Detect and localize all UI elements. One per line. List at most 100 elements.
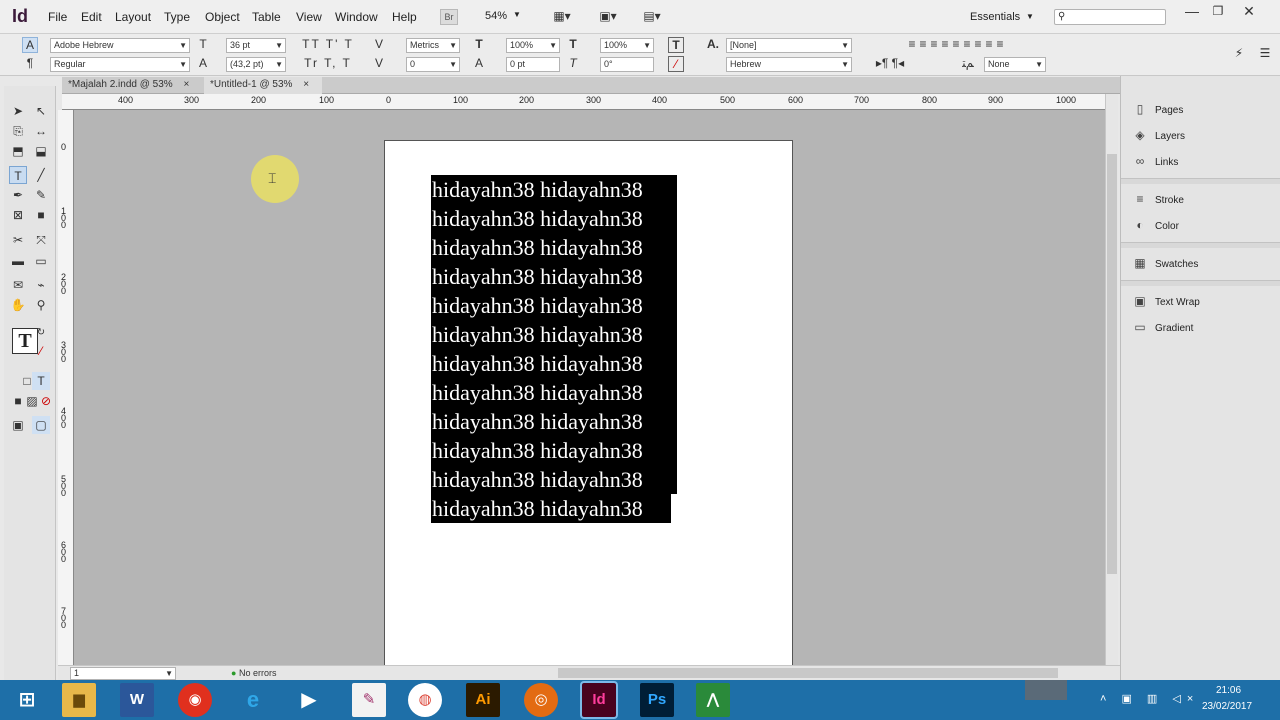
windows-start-icon[interactable]: ⊞ xyxy=(10,683,44,717)
menu-window[interactable]: Window xyxy=(335,10,378,24)
close-icon[interactable]: ✕ xyxy=(1237,4,1261,18)
apply-none-icon[interactable]: ⊘ xyxy=(37,392,55,410)
indesign-taskbar-icon[interactable]: Id xyxy=(580,681,618,719)
text-line[interactable]: hidayahn38 hidayahn38 xyxy=(431,378,677,407)
text-line[interactable]: hidayahn38 hidayahn38 xyxy=(431,494,671,523)
gap-tool-icon[interactable]: ↔ xyxy=(32,122,50,140)
text-line[interactable]: hidayahn38 hidayahn38 xyxy=(431,465,677,494)
scissors-tool-icon[interactable]: ✂ xyxy=(9,231,27,249)
panel-swatches[interactable]: ▦ Swatches xyxy=(1131,252,1198,274)
eyedropper-tool-icon[interactable]: ⌁ xyxy=(32,276,50,294)
all-caps-icon[interactable]: TT T' T xyxy=(300,37,356,51)
menu-file[interactable]: File xyxy=(48,10,67,24)
stroke-none-icon[interactable]: ⁄ xyxy=(32,342,50,360)
pencil-tool-icon[interactable]: ✎ xyxy=(32,186,50,204)
panel-links[interactable]: ∞ Links xyxy=(1131,150,1179,172)
internet-explorer-icon[interactable]: e xyxy=(236,683,270,717)
vertical-scale-field[interactable]: 100% ▼ xyxy=(506,38,560,53)
font-size-field[interactable]: 36 pt ▼ xyxy=(226,38,286,53)
search-field[interactable]: ⚲ xyxy=(1054,9,1166,25)
content-placer-icon[interactable]: ⬓ xyxy=(32,142,50,160)
preflight-status[interactable]: ● No errors xyxy=(231,668,276,678)
clock-time[interactable]: 21:06 xyxy=(1216,685,1241,696)
text-line[interactable]: hidayahn38 hidayahn38 xyxy=(431,262,677,291)
character-style-field[interactable]: [None] ▼ xyxy=(726,38,852,53)
panel-layers[interactable]: ◈ Layers xyxy=(1131,124,1185,146)
horizontal-ruler[interactable]: 400 300 200 100 0 100 200 300 400 500 60… xyxy=(62,94,1107,110)
media-player-icon[interactable]: ▶ xyxy=(292,683,326,717)
text-frame[interactable]: hidayahn38 hidayahn38 hidayahn38 hidayah… xyxy=(431,175,677,523)
paragraph-align-icons[interactable]: ≡≡≡≡≡≡≡≡≡ xyxy=(866,37,1050,51)
vertical-ruler[interactable]: 0 1 0 0 2 0 0 3 0 0 4 0 0 5 0 0 6 0 0 7 … xyxy=(58,110,74,665)
free-transform-tool-icon[interactable]: ⤧ xyxy=(32,231,50,249)
text-line[interactable]: hidayahn38 hidayahn38 xyxy=(431,175,677,204)
panel-menu-icon[interactable]: ☰ xyxy=(1256,46,1274,60)
horizontal-scroll-thumb[interactable] xyxy=(558,668,1058,678)
baseline-shift-field[interactable]: 0 pt xyxy=(506,57,560,72)
horizontal-scale-field[interactable]: 100% ▼ xyxy=(600,38,654,53)
workspace-chevron-icon[interactable]: ▼ xyxy=(1026,12,1034,21)
swap-fill-stroke-icon[interactable]: ↻ xyxy=(34,326,48,340)
gradient-swatch-tool-icon[interactable]: ▬ xyxy=(9,252,27,270)
tab-majalah[interactable]: *Majalah 2.indd @ 53% × xyxy=(62,77,202,94)
text-line[interactable]: hidayahn38 hidayahn38 xyxy=(431,349,677,378)
bridge-button[interactable]: Br xyxy=(440,9,458,25)
view-options-icon[interactable]: ▦▾ xyxy=(548,9,576,23)
panel-text-wrap[interactable]: ▣ Text Wrap xyxy=(1131,290,1200,312)
line-tool-icon[interactable]: ╱ xyxy=(32,166,50,184)
skew-field[interactable]: 0° xyxy=(600,57,654,72)
file-explorer-icon[interactable]: ▆ xyxy=(62,683,96,717)
quick-apply-icon[interactable]: ⚡ xyxy=(1230,46,1248,60)
selection-tool-icon[interactable]: ➤ xyxy=(9,102,27,120)
tracking-field[interactable]: 0 ▼ xyxy=(406,57,460,72)
type-tool-icon[interactable]: T xyxy=(9,166,27,184)
note-tool-icon[interactable]: ✉ xyxy=(9,276,27,294)
menu-layout[interactable]: Layout xyxy=(115,10,151,24)
system-tray-icons[interactable]: ˄ ▣ ▥ ◁× xyxy=(1100,692,1199,705)
panel-pages[interactable]: ▯ Pages xyxy=(1131,98,1184,120)
zoom-level[interactable]: 54% xyxy=(485,10,507,22)
rectangle-tool-icon[interactable]: ■ xyxy=(32,206,50,224)
tab-untitled[interactable]: *Untitled-1 @ 53% × xyxy=(204,77,322,94)
text-line[interactable]: hidayahn38 hidayahn38 xyxy=(431,291,677,320)
menu-edit[interactable]: Edit xyxy=(81,10,102,24)
paragraph-formatting-icon[interactable]: ¶ xyxy=(22,56,38,70)
recorder-icon[interactable]: ◉ xyxy=(178,683,212,717)
zoom-chevron-icon[interactable]: ▼ xyxy=(513,10,521,19)
rectangle-frame-tool-icon[interactable]: ⊠ xyxy=(9,206,27,224)
hand-tool-icon[interactable]: ✋ xyxy=(9,296,27,314)
pen-app-icon[interactable]: ✎ xyxy=(352,683,386,717)
text-line[interactable]: hidayahn38 hidayahn38 xyxy=(431,436,677,465)
normal-mode-icon[interactable]: ▣ xyxy=(9,416,27,434)
illustrator-icon[interactable]: Ai xyxy=(466,683,500,717)
close-tab-icon[interactable]: × xyxy=(183,79,189,90)
arabic-justification-icon[interactable]: ﻢﺘ xyxy=(958,56,978,70)
green-app-icon[interactable]: ⋀ xyxy=(696,683,730,717)
pen-tool-icon[interactable]: ✒ xyxy=(9,186,27,204)
restore-icon[interactable]: ❐ xyxy=(1206,4,1230,18)
panel-color[interactable]: ◐ Color xyxy=(1131,214,1179,236)
pasteboard[interactable]: hidayahn38 hidayahn38 hidayahn38 hidayah… xyxy=(74,110,1105,665)
firefox-icon[interactable]: ◎ xyxy=(524,683,558,717)
text-line[interactable]: hidayahn38 hidayahn38 xyxy=(431,407,677,436)
screen-mode-icon[interactable]: ▣▾ xyxy=(594,9,622,23)
menu-view[interactable]: View xyxy=(296,10,322,24)
clock-date[interactable]: 23/02/2017 xyxy=(1202,701,1252,712)
photoshop-icon[interactable]: Ps xyxy=(640,683,674,717)
minimize-icon[interactable]: — xyxy=(1180,4,1204,18)
formatting-text-icon[interactable]: T xyxy=(32,372,50,390)
paragraph-direction-icon[interactable]: ▸¶ ¶◂ xyxy=(866,56,914,70)
panel-stroke[interactable]: ≡ Stroke xyxy=(1131,188,1183,210)
leading-field[interactable]: (43,2 pt) ▼ xyxy=(226,57,286,72)
direct-selection-tool-icon[interactable]: ↖ xyxy=(32,102,50,120)
arrange-documents-icon[interactable]: ▤▾ xyxy=(638,9,666,23)
small-caps-icon[interactable]: Tr T, T xyxy=(300,56,356,70)
page-tool-icon[interactable]: ⎘ xyxy=(9,122,27,140)
vertical-scroll-thumb[interactable] xyxy=(1107,154,1117,574)
text-line[interactable]: hidayahn38 hidayahn38 xyxy=(431,320,677,349)
content-collector-icon[interactable]: ⬒ xyxy=(9,142,27,160)
none-select-field[interactable]: None ▼ xyxy=(984,57,1046,72)
menu-help[interactable]: Help xyxy=(392,10,417,24)
font-family-field[interactable]: Adobe Hebrew ▼ xyxy=(50,38,190,53)
word-icon[interactable]: W xyxy=(120,683,154,717)
